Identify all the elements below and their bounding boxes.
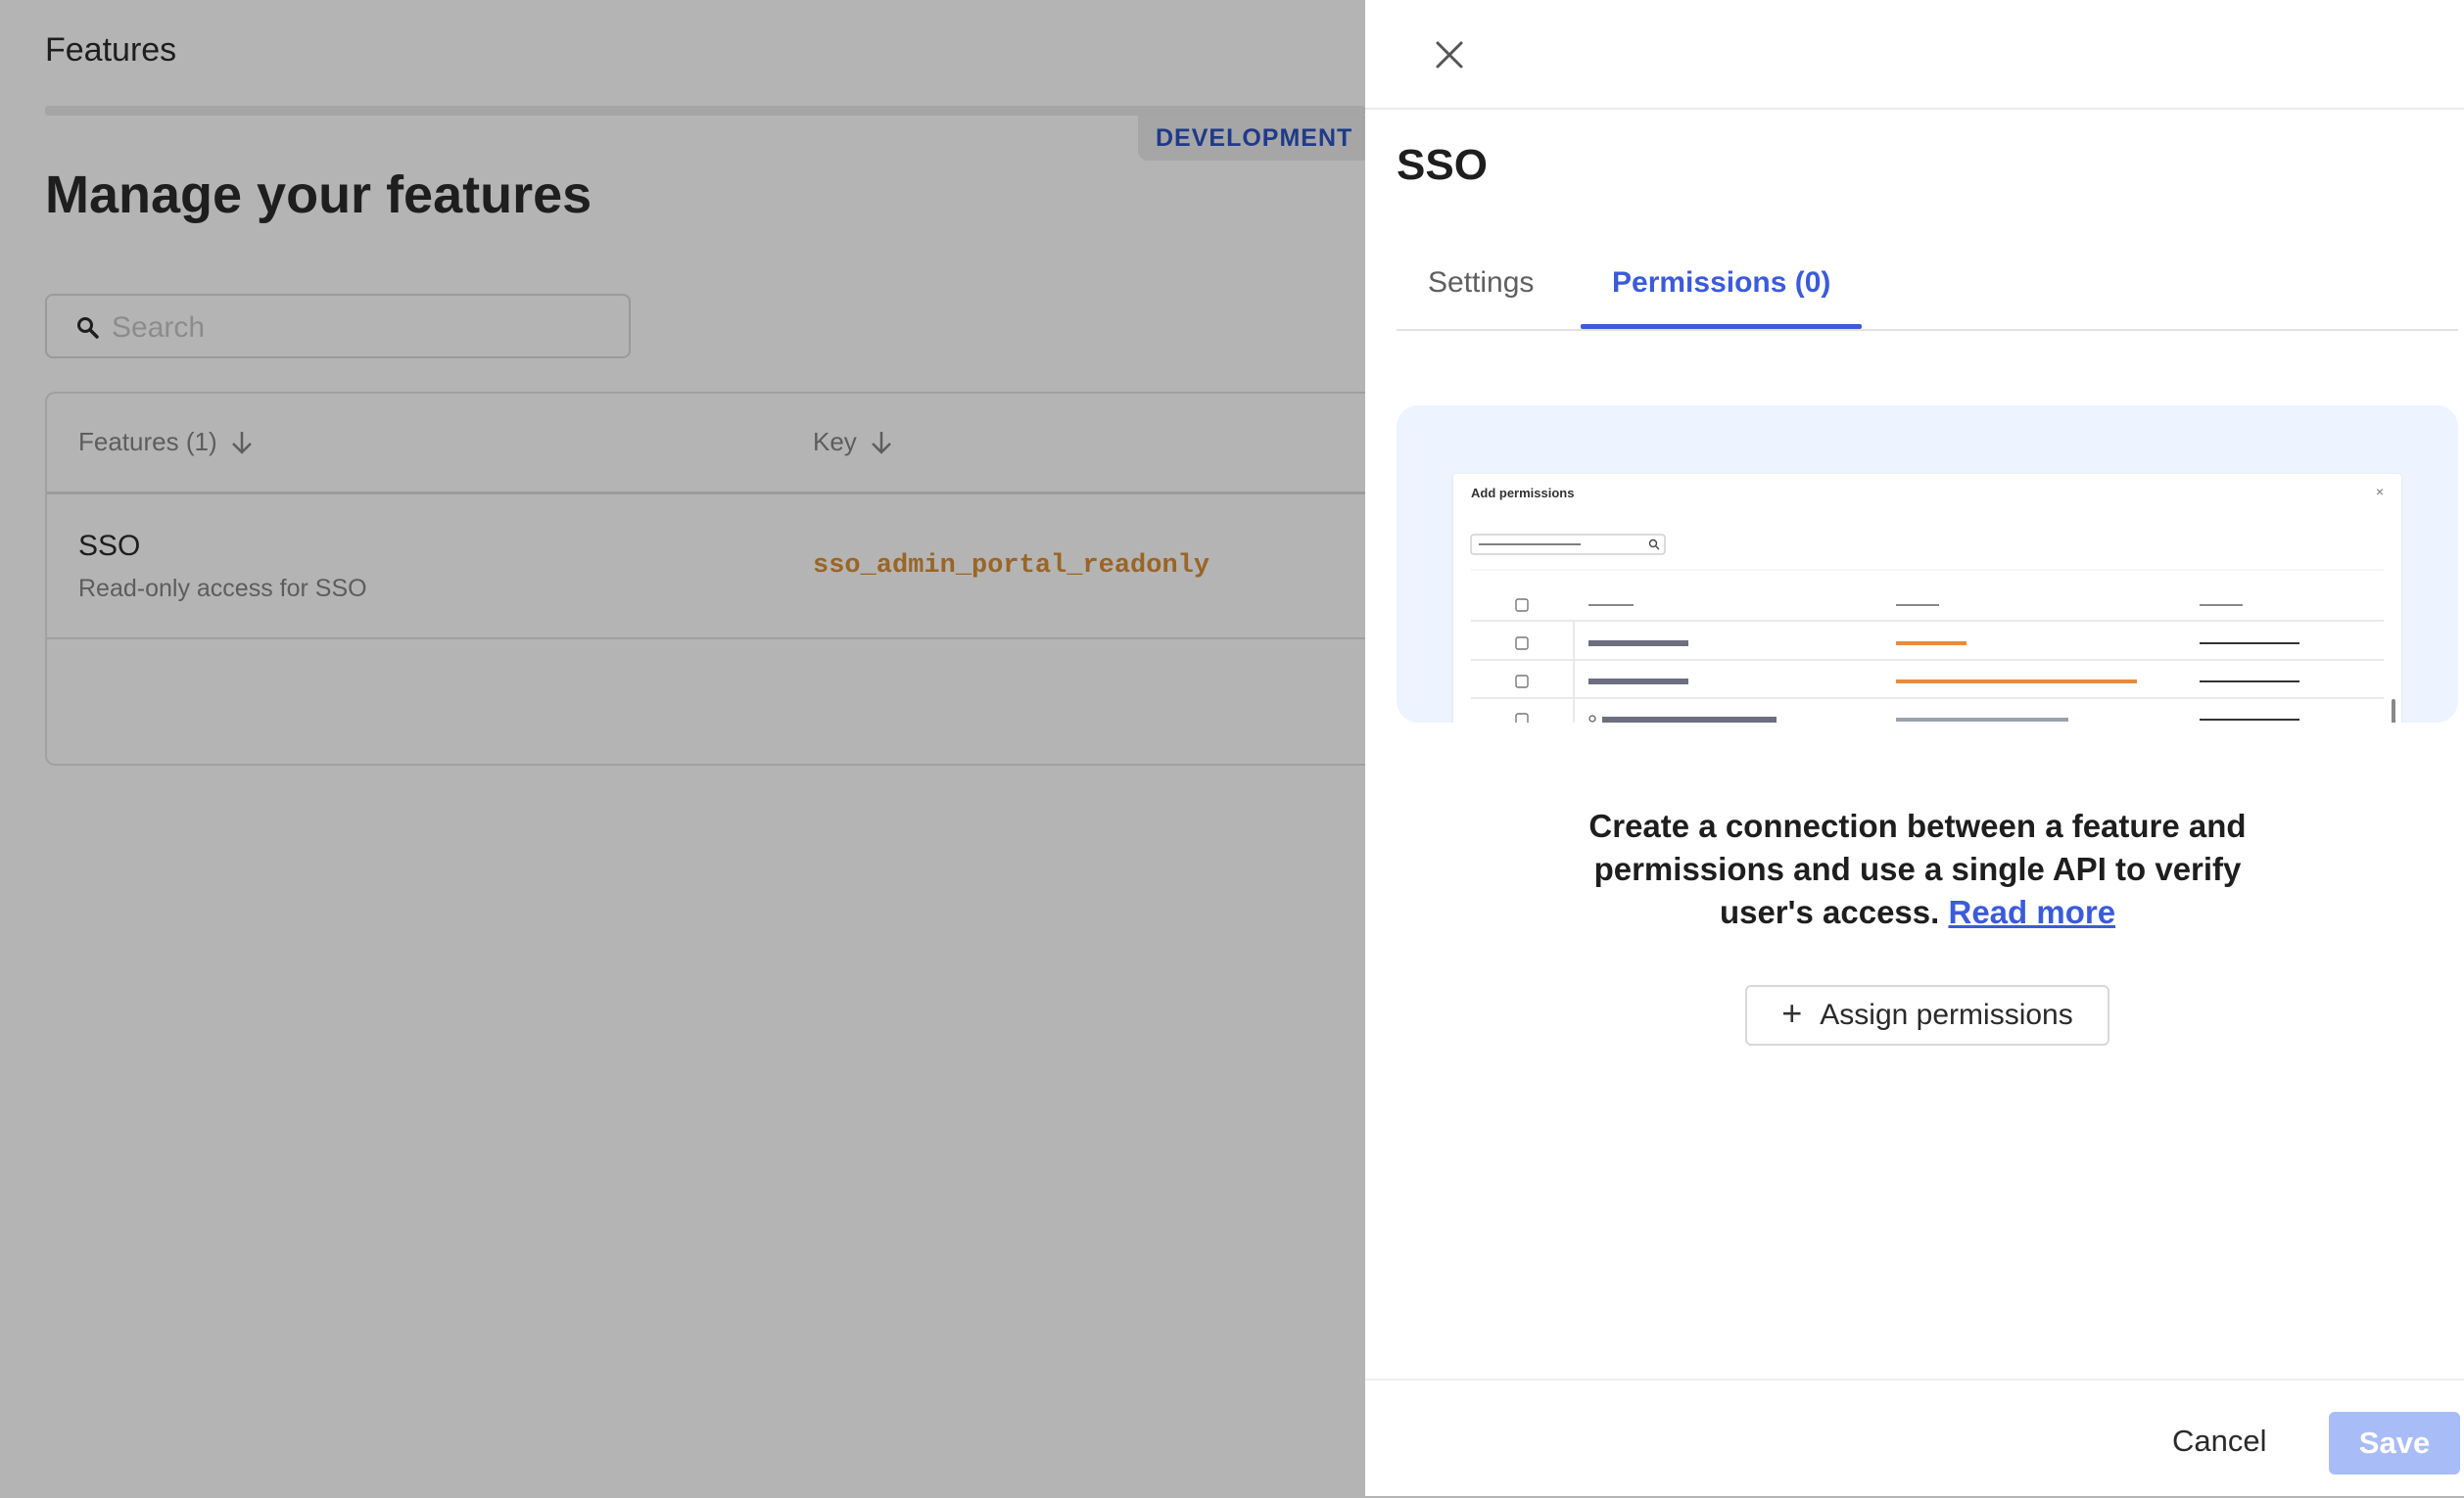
assign-permissions-button[interactable]: + Assign permissions	[1745, 985, 2109, 1046]
column-header-features[interactable]: Features (1)	[78, 427, 253, 457]
assign-permissions-label: Assign permissions	[1820, 999, 2073, 1031]
active-tab-indicator	[1581, 324, 1863, 329]
panel-header	[1365, 0, 2464, 110]
table-row[interactable]: SSO Read-only access for SSO sso_admin_p…	[47, 494, 1377, 639]
plus-icon: +	[1781, 993, 1803, 1033]
close-button[interactable]	[1430, 35, 1469, 74]
search-input[interactable]	[110, 305, 603, 351]
topbar-divider	[45, 106, 1365, 116]
cancel-button[interactable]: Cancel	[2172, 1424, 2267, 1459]
feature-detail-panel: SSO Settings Permissions (0) Add permiss…	[1365, 0, 2464, 1496]
features-page: Features DEVELOPMENT Manage your feature…	[0, 0, 1377, 1496]
column-header-label: Key	[813, 427, 857, 456]
read-more-link[interactable]: Read more	[1948, 894, 2115, 930]
close-icon	[1436, 41, 1463, 69]
features-table: Features (1) Key SSO Read-only access fo…	[45, 392, 1377, 766]
mockup-table-graphic	[1470, 534, 2395, 723]
topbar-title: Features	[45, 31, 177, 69]
sort-arrow-down-icon	[231, 431, 252, 454]
panel-footer: Cancel Save	[1365, 1379, 2464, 1498]
table-header: Features (1) Key	[47, 394, 1377, 494]
tab-permissions[interactable]: Permissions (0)	[1581, 266, 1863, 329]
tab-permissions-label: Permissions (0)	[1612, 266, 1831, 299]
save-button[interactable]: Save	[2329, 1412, 2460, 1475]
panel-tabs: Settings Permissions (0)	[1397, 255, 2458, 331]
column-header-label: Features (1)	[78, 427, 217, 456]
search-field[interactable]	[45, 294, 631, 358]
environment-badge[interactable]: DEVELOPMENT	[1138, 116, 1371, 161]
empty-state-description: Create a connection between a feature an…	[1588, 808, 2247, 930]
add-permissions-mockup: Add permissions ×	[1453, 474, 2401, 723]
search-icon	[77, 317, 99, 339]
sort-arrow-down-icon	[871, 431, 891, 454]
permissions-illustration: Add permissions ×	[1397, 405, 2458, 723]
feature-description: Read-only access for SSO	[78, 575, 367, 602]
feature-name: SSO	[78, 530, 141, 562]
page-title: Manage your features	[45, 165, 592, 224]
permissions-empty-text: Create a connection between a feature an…	[1563, 805, 2272, 934]
tab-settings[interactable]: Settings	[1397, 266, 1565, 327]
column-header-key[interactable]: Key	[813, 427, 892, 457]
feature-key: sso_admin_portal_readonly	[813, 551, 1210, 581]
panel-title: SSO	[1397, 141, 1488, 189]
